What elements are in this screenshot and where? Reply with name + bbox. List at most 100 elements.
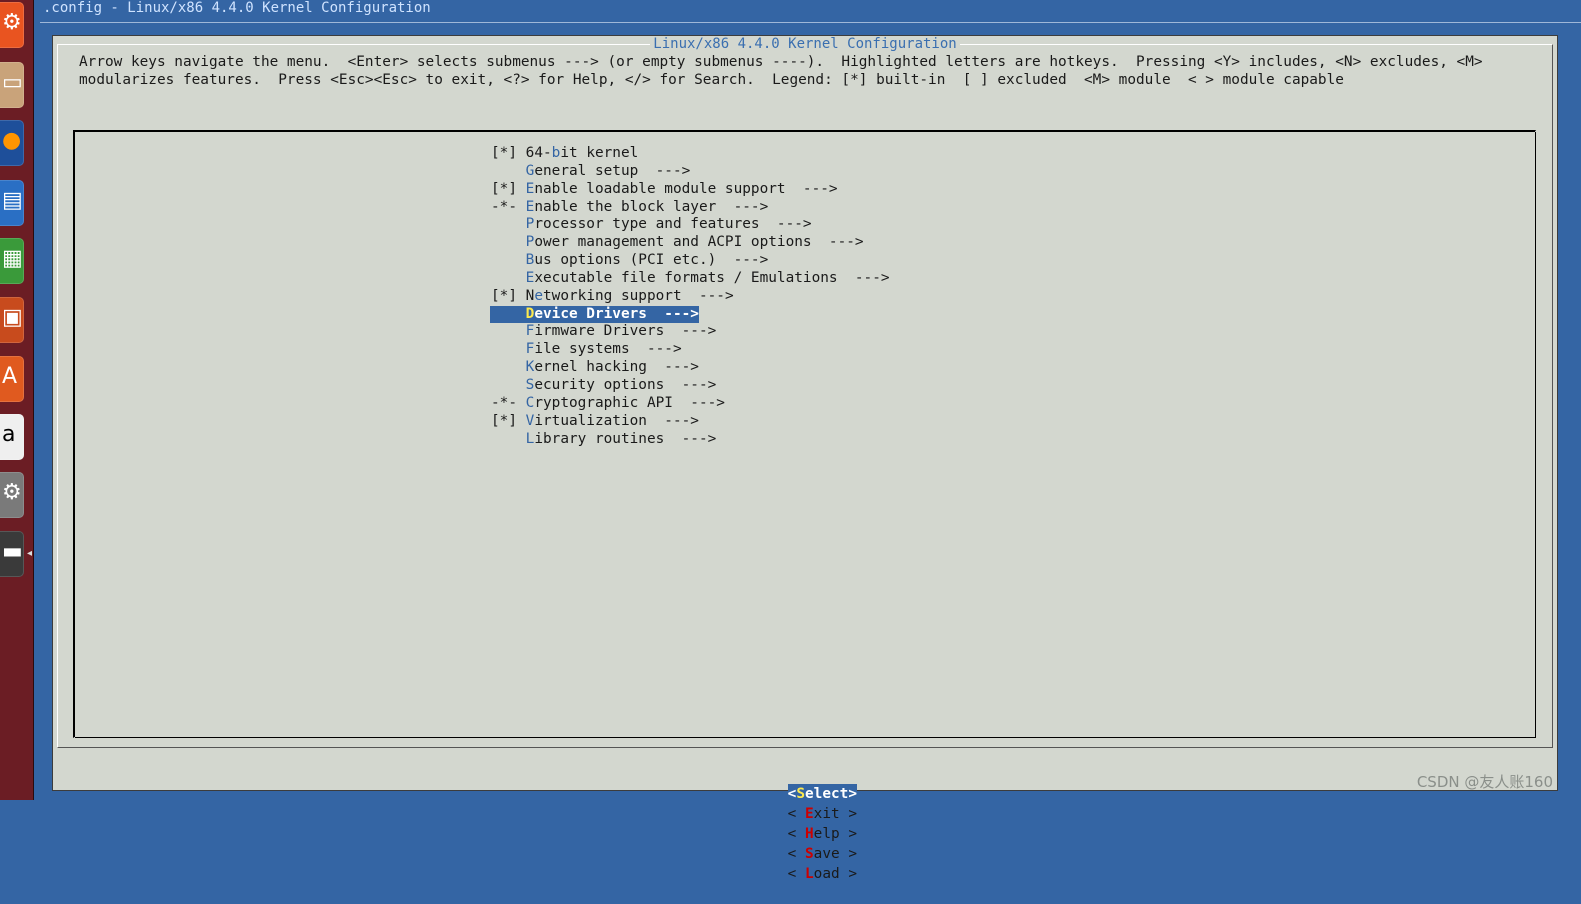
menu-item-text: eneral setup ---> xyxy=(534,162,691,179)
button-bracket: > xyxy=(839,806,857,822)
menu-item-kernel-hacking[interactable]: Kernel hacking ---> xyxy=(490,356,890,375)
menu-item-prefix: -*- xyxy=(491,394,526,411)
menu-item-row: Firmware Drivers ---> xyxy=(490,323,717,339)
folder-icon: ▭ xyxy=(2,70,23,95)
menu-item-text: ower management and ACPI options ---> xyxy=(534,234,864,251)
files-icon[interactable]: ▭ xyxy=(0,62,24,108)
spreadsheet-icon: ▦ xyxy=(2,246,23,271)
menu-item-text: ile systems ---> xyxy=(534,341,682,358)
menu-item-row: General setup ---> xyxy=(490,162,691,179)
exit-button[interactable]: < Exit > xyxy=(788,804,857,824)
menu-item-processor-type[interactable]: Processor type and features ---> xyxy=(490,213,890,233)
menu-item-prefix: [*] xyxy=(491,145,526,161)
dialog-title-text: Linux/x86 4.4.0 Kernel Configuration xyxy=(650,36,960,52)
menu-item-virtualization[interactable]: [*] Virtualization ---> xyxy=(490,410,890,429)
menu-item-prefix xyxy=(491,431,526,447)
button-bracket: < xyxy=(787,866,805,882)
menu-item-text: irtualization ---> xyxy=(534,412,699,429)
system-settings-icon[interactable]: ⚙ xyxy=(0,472,24,518)
menu-item-row: -*- Cryptographic API ---> xyxy=(490,395,725,411)
csdn-watermark: CSDN @友人账160 xyxy=(1416,773,1553,791)
menu-item-device-drivers[interactable]: Device Drivers ---> xyxy=(490,303,890,324)
menu-item-64bit-kernel[interactable]: [*] 64-bit kernel xyxy=(490,142,890,161)
menu-item-networking-support[interactable]: [*] Networking support ---> xyxy=(490,285,890,304)
menu-item-text-before: 64- xyxy=(525,145,552,161)
menu-item-prefix xyxy=(491,323,526,339)
terminal-icon[interactable]: ▬ xyxy=(0,531,24,577)
button-bracket: > xyxy=(839,826,857,842)
menu-item-prefix xyxy=(491,341,526,357)
select-button[interactable]: <Select> xyxy=(787,784,857,804)
menu-item-loadable-module-support[interactable]: [*] Enable loadable module support ---> xyxy=(490,178,890,197)
menu-item-file-systems[interactable]: File systems ---> xyxy=(490,338,890,357)
unity-launcher: ⚙ ▭ ● ▤ ▦ ▣ A a ⚙ ▬ ◂ xyxy=(0,0,34,800)
menu-item-general-setup[interactable]: General setup ---> xyxy=(490,160,890,179)
terminal-title: .config - Linux/x86 4.4.0 Kernel Configu… xyxy=(43,0,431,16)
menu-item-row: Power management and ACPI options ---> xyxy=(490,234,864,250)
button-bracket: < xyxy=(787,806,805,822)
button-bracket: > xyxy=(839,846,857,862)
menu-item-row: [*] 64-bit kernel xyxy=(490,145,638,161)
menu-item-library-routines[interactable]: Library routines ---> xyxy=(490,428,890,447)
menu-item-text: evice Drivers ---> xyxy=(534,305,699,322)
menu-item-row: Kernel hacking ---> xyxy=(490,359,699,375)
menu-item-security-options[interactable]: Security options ---> xyxy=(490,374,890,393)
menu-item-prefix: [*] xyxy=(491,412,526,429)
software-center-icon[interactable]: A xyxy=(0,356,24,402)
writer-icon[interactable]: ▤ xyxy=(0,180,24,226)
ubuntu-dash-icon[interactable]: ⚙ xyxy=(0,2,24,48)
menu-item-prefix xyxy=(491,270,526,286)
menu-item-prefix: [*] xyxy=(491,287,526,304)
help-line-1: Arrow keys navigate the menu. <Enter> se… xyxy=(79,54,1483,70)
presentation-icon: ▣ xyxy=(2,305,23,330)
shopping-bag-icon: A xyxy=(2,364,18,389)
amazon-logo-icon: a xyxy=(2,422,16,447)
menu-item-text: us options (PCI etc.) ---> xyxy=(534,252,769,269)
menu-item-block-layer[interactable]: -*- Enable the block layer ---> xyxy=(490,196,890,215)
gear-icon: ⚙ xyxy=(2,480,22,505)
menu-item-text: tworking support ---> xyxy=(543,287,734,304)
menu-item-text: ecurity options ---> xyxy=(534,376,717,393)
menu-list: [*] 64-bit kernel General setup ---> [*]… xyxy=(490,142,890,447)
menu-item-cryptographic-api[interactable]: -*- Cryptographic API ---> xyxy=(490,392,890,411)
button-hotkey: H xyxy=(804,826,814,842)
button-bracket: < xyxy=(787,846,805,862)
menu-item-power-management[interactable]: Power management and ACPI options ---> xyxy=(490,231,890,250)
menu-item-row: [*] Networking support ---> xyxy=(490,288,734,304)
menu-item-prefix xyxy=(491,163,526,179)
button-label: oad xyxy=(813,866,840,882)
save-button[interactable]: < Save > xyxy=(788,844,857,864)
menu-item-prefix xyxy=(491,359,526,375)
firefox-logo-icon: ● xyxy=(2,128,22,153)
menu-item-text: ernel hacking ---> xyxy=(534,359,699,376)
firefox-icon[interactable]: ● xyxy=(0,120,24,166)
terminal-prompt-icon: ▬ xyxy=(2,539,23,564)
menu-item-prefix xyxy=(491,306,526,322)
menu-item-row: [*] Enable loadable module support ---> xyxy=(490,181,838,197)
load-button[interactable]: < Load > xyxy=(788,864,857,884)
menu-item-executable-formats[interactable]: Executable file formats / Emulations ---… xyxy=(490,267,890,286)
menu-item-text: ibrary routines ---> xyxy=(534,430,717,447)
help-line-2: modularizes features. Press <Esc><Esc> t… xyxy=(79,72,1344,88)
impress-icon[interactable]: ▣ xyxy=(0,297,24,343)
button-hotkey: L xyxy=(804,866,814,882)
button-hotkey: S xyxy=(804,846,814,862)
calc-icon[interactable]: ▦ xyxy=(0,238,24,284)
menu-item-bus-options[interactable]: Bus options (PCI etc.) ---> xyxy=(490,249,890,269)
menu-item-text: nable the block layer ---> xyxy=(534,198,769,215)
help-text: Arrow keys navigate the menu. <Enter> se… xyxy=(79,53,1549,89)
menu-item-text: rocessor type and features ---> xyxy=(534,216,812,233)
amazon-icon[interactable]: a xyxy=(0,414,24,460)
button-label: ave xyxy=(813,846,840,862)
button-label: xit xyxy=(813,806,840,822)
menu-item-row: Bus options (PCI etc.) ---> xyxy=(490,252,769,269)
menu-item-firmware-drivers[interactable]: Firmware Drivers ---> xyxy=(490,320,890,339)
menu-item-prefix xyxy=(491,377,526,393)
menu-item-text: nable loadable module support ---> xyxy=(534,180,838,197)
menu-item-prefix: [*] xyxy=(491,180,526,197)
button-bar: <Select> < Exit > < Help > < Save > < Lo… xyxy=(53,764,1557,882)
help-button[interactable]: < Help > xyxy=(788,824,857,844)
menu-item-prefix xyxy=(491,234,526,250)
menu-item-row: Executable file formats / Emulations ---… xyxy=(490,270,890,286)
menu-item-row: File systems ---> xyxy=(490,341,682,357)
